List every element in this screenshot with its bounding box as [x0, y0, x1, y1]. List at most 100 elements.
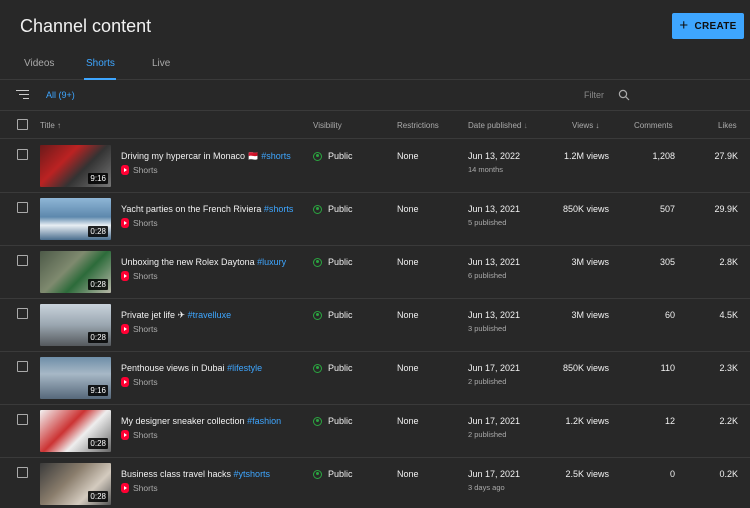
- comments-cell: 110: [660, 363, 675, 373]
- likes-cell: 2.2K: [719, 416, 738, 426]
- select-all-checkbox[interactable]: [17, 119, 28, 130]
- comments-cell: 1,208: [652, 151, 675, 161]
- table-row[interactable]: 0:28 Business class travel hacks #ytshort…: [0, 458, 750, 508]
- video-title[interactable]: My designer sneaker collection #fashion: [121, 416, 281, 426]
- views-cell: 2.5K views: [565, 469, 609, 479]
- video-thumbnail[interactable]: 9:16: [40, 145, 111, 187]
- public-icon: [313, 204, 322, 214]
- duration-badge: 0:28: [88, 491, 108, 502]
- plus-icon: +: [679, 16, 689, 34]
- video-hashtag: #luxury: [257, 257, 287, 267]
- table-row[interactable]: 9:16 Penthouse views in Dubai #lifestyle S…: [0, 352, 750, 405]
- table-row[interactable]: 0:28 My designer sneaker collection #fash…: [0, 405, 750, 458]
- video-thumbnail[interactable]: 0:28: [40, 251, 111, 293]
- filter-chip-all[interactable]: All (9+): [46, 90, 75, 100]
- video-thumbnail[interactable]: 0:28: [40, 304, 111, 346]
- date-cell: Jun 13, 2021: [468, 257, 521, 267]
- shorts-icon: [121, 218, 129, 228]
- date-subtext: 6 published: [468, 271, 507, 280]
- row-checkbox[interactable]: [17, 202, 28, 213]
- filter-input[interactable]: Filter: [584, 90, 604, 100]
- duration-badge: 0:28: [88, 279, 108, 290]
- shorts-icon: [121, 324, 129, 334]
- video-title[interactable]: Business class travel hacks #ytshorts: [121, 469, 270, 479]
- column-views[interactable]: Views ↓: [572, 121, 599, 130]
- public-icon: [313, 310, 322, 320]
- date-cell: Jun 13, 2021: [468, 310, 521, 320]
- table-row[interactable]: 0:28 Private jet life ✈ #travelluxe Shorts…: [0, 299, 750, 352]
- table-row[interactable]: 0:28 Yacht parties on the French Riviera …: [0, 193, 750, 246]
- search-icon[interactable]: [618, 89, 630, 101]
- likes-cell: 2.8K: [719, 257, 738, 267]
- views-cell: 1.2M views: [563, 151, 609, 161]
- video-hashtag: #lifestyle: [227, 363, 263, 373]
- video-thumbnail[interactable]: 0:28: [40, 198, 111, 240]
- restrictions-cell: None: [397, 204, 419, 214]
- restrictions-cell: None: [397, 469, 419, 479]
- create-button[interactable]: + CREATE: [672, 13, 744, 39]
- content-tabs: Videos Shorts Live: [0, 50, 750, 80]
- tab-videos[interactable]: Videos: [24, 58, 54, 69]
- video-hashtag: #ytshorts: [233, 469, 271, 479]
- row-checkbox[interactable]: [17, 149, 28, 160]
- shorts-icon: [121, 165, 129, 175]
- table-row[interactable]: 9:16 Driving my hypercar in Monaco 🇲🇨 #sh…: [0, 140, 750, 193]
- visibility-cell[interactable]: Public: [313, 151, 353, 161]
- shorts-icon: [121, 430, 129, 440]
- column-title[interactable]: Title ↑: [40, 121, 61, 130]
- comments-cell: 305: [659, 257, 675, 267]
- video-title[interactable]: Penthouse views in Dubai #lifestyle: [121, 363, 262, 373]
- row-checkbox[interactable]: [17, 414, 28, 425]
- likes-cell: 27.9K: [714, 151, 738, 161]
- video-hashtag: #travelluxe: [187, 310, 232, 320]
- row-checkbox[interactable]: [17, 255, 28, 266]
- restrictions-cell: None: [397, 151, 419, 161]
- shorts-label: Shorts: [121, 430, 158, 440]
- shorts-icon: [121, 377, 129, 387]
- table-row[interactable]: 0:28 Unboxing the new Rolex Daytona #luxu…: [0, 246, 750, 299]
- date-subtext: 2 published: [468, 377, 507, 386]
- public-icon: [313, 416, 322, 426]
- tab-shorts[interactable]: Shorts: [86, 58, 115, 69]
- video-title[interactable]: Driving my hypercar in Monaco 🇲🇨 #shorts: [121, 151, 291, 162]
- public-icon: [313, 469, 322, 479]
- duration-badge: 9:16: [88, 385, 108, 396]
- shorts-label: Shorts: [121, 324, 158, 334]
- duration-badge: 0:28: [88, 438, 108, 449]
- date-subtext: 3 days ago: [468, 483, 505, 492]
- tab-live[interactable]: Live: [152, 58, 170, 69]
- public-icon: [313, 257, 322, 267]
- visibility-cell[interactable]: Public: [313, 310, 353, 320]
- views-cell: 3M views: [571, 310, 609, 320]
- comments-cell: 507: [659, 204, 675, 214]
- video-title[interactable]: Unboxing the new Rolex Daytona #luxury: [121, 257, 286, 267]
- video-title[interactable]: Yacht parties on the French Riviera #sho…: [121, 204, 293, 214]
- video-thumbnail[interactable]: 9:16: [40, 357, 111, 399]
- video-thumbnail[interactable]: 0:28: [40, 463, 111, 505]
- row-checkbox[interactable]: [17, 361, 28, 372]
- row-checkbox[interactable]: [17, 467, 28, 478]
- video-hashtag: #shorts: [263, 204, 294, 214]
- visibility-cell[interactable]: Public: [313, 363, 353, 373]
- column-restrictions: Restrictions: [397, 121, 439, 130]
- likes-cell: 4.5K: [719, 310, 738, 320]
- column-date[interactable]: Date published ↓: [468, 121, 528, 130]
- video-thumbnail[interactable]: 0:28: [40, 410, 111, 452]
- duration-badge: 0:28: [88, 332, 108, 343]
- shorts-label: Shorts: [121, 377, 158, 387]
- restrictions-cell: None: [397, 257, 419, 267]
- visibility-cell[interactable]: Public: [313, 204, 353, 214]
- visibility-cell[interactable]: Public: [313, 416, 353, 426]
- visibility-cell[interactable]: Public: [313, 469, 353, 479]
- date-subtext: 3 published: [468, 324, 507, 333]
- page-title: Channel content: [20, 16, 152, 36]
- video-hashtag: #fashion: [247, 416, 282, 426]
- public-icon: [313, 151, 322, 161]
- views-cell: 1.2K views: [565, 416, 609, 426]
- filter-icon[interactable]: [16, 90, 29, 100]
- visibility-cell[interactable]: Public: [313, 257, 353, 267]
- page-header: Channel content + CREATE: [0, 0, 750, 54]
- shorts-label: Shorts: [121, 483, 158, 493]
- row-checkbox[interactable]: [17, 308, 28, 319]
- video-title[interactable]: Private jet life ✈ #travelluxe: [121, 310, 231, 321]
